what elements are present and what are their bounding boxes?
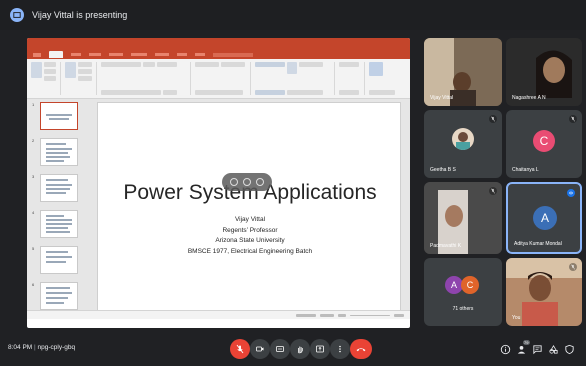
- shared-screen[interactable]: 1 2 3 4 5 6 Power System Applications Vi…: [27, 38, 410, 328]
- leave-call-button[interactable]: [350, 339, 372, 359]
- slide-subtitle: Vijay Vittal Regents’ Professor Arizona …: [98, 215, 402, 257]
- participant-tile-speaking[interactable]: A Aditya Kumar Mondal: [506, 182, 582, 254]
- participant-tile[interactable]: C Chaitanya L: [506, 110, 582, 178]
- meeting-details-button[interactable]: [498, 342, 512, 356]
- thumbnail[interactable]: 3: [30, 174, 85, 206]
- self-tile[interactable]: You: [506, 258, 582, 326]
- ppt-workspace: 1 2 3 4 5 6 Power System Applications Vi…: [27, 99, 410, 319]
- others-tile[interactable]: A C 71 others: [424, 258, 502, 326]
- participant-name: Padmavathi K: [430, 243, 462, 249]
- avatar-initial: A: [540, 211, 549, 225]
- meeting-code: npg-cply-gbq: [37, 344, 76, 351]
- participant-name: You: [512, 315, 521, 321]
- participant-name: Aditya Kumar Mondal: [514, 241, 562, 247]
- participant-name: Chaitanya L: [512, 167, 539, 173]
- muted-mic-icon: [489, 115, 497, 123]
- host-controls-button[interactable]: [562, 342, 576, 356]
- muted-mic-icon: [569, 263, 577, 271]
- captions-icon: [276, 346, 284, 352]
- slide-line: Arizona State University: [215, 237, 285, 244]
- shield-icon: [564, 344, 574, 354]
- avatar-initial: C: [539, 134, 549, 148]
- present-icon: [316, 345, 324, 353]
- more-options-button[interactable]: [330, 339, 350, 359]
- info-icon: [500, 344, 510, 354]
- meet-window: Vijay Vittal is presenting 1 2 3 4 5 6 P…: [0, 0, 586, 366]
- activities-button[interactable]: [546, 342, 560, 356]
- participant-tile[interactable]: Vijay Vittal: [424, 38, 502, 106]
- slide-thumbnails: 1 2 3 4 5 6: [30, 102, 85, 316]
- chat-button[interactable]: [530, 342, 544, 356]
- clock-time: 8:04 PM: [8, 344, 33, 351]
- pen-icon[interactable]: [242, 178, 251, 186]
- participant-tile[interactable]: Padmavathi K: [424, 182, 502, 254]
- meeting-controls-bar: 8:04 PM | npg-cply-gbq 79: [0, 332, 586, 366]
- speaking-indicator-icon: [567, 189, 575, 197]
- present-screen-icon: [10, 8, 24, 22]
- avatar: [452, 128, 474, 150]
- current-slide: Power System Applications Vijay Vittal R…: [97, 102, 401, 316]
- presenting-text: Vijay Vittal is presenting: [32, 10, 128, 20]
- more-icon[interactable]: [255, 178, 264, 186]
- ppt-title-bar: [27, 38, 410, 50]
- thumbnail[interactable]: 1: [30, 102, 85, 134]
- pointer-icon[interactable]: [230, 178, 239, 186]
- more-vert-icon: [339, 345, 341, 353]
- muted-mic-icon: [489, 187, 497, 195]
- phone-hangup-icon: [356, 348, 366, 352]
- avatar: C: [533, 130, 555, 152]
- slide-line: BMSCE 1977, Electrical Engineering Batch: [187, 247, 313, 255]
- thumbnail[interactable]: 5: [30, 246, 85, 278]
- raise-hand-button[interactable]: [290, 339, 310, 359]
- people-icon: [517, 345, 525, 354]
- muted-mic-icon: [569, 115, 577, 123]
- present-button[interactable]: [310, 339, 330, 359]
- mic-toggle-button[interactable]: [230, 339, 250, 359]
- participant-name: Nagashree A N: [512, 95, 546, 101]
- meeting-info: 8:04 PM | npg-cply-gbq: [8, 344, 76, 351]
- people-button[interactable]: 79: [514, 340, 530, 356]
- chat-icon: [532, 344, 542, 354]
- avatar: C: [461, 276, 479, 294]
- slide-line: Regents’ Professor: [222, 226, 278, 234]
- participant-tile[interactable]: Nagashree A N: [506, 38, 582, 106]
- participant-name: Vijay Vittal: [430, 95, 454, 101]
- people-count-badge: 79: [522, 340, 530, 345]
- ppt-ribbon-tabs: [27, 50, 410, 59]
- thumbnail[interactable]: 4: [30, 210, 85, 242]
- ppt-ribbon: [27, 59, 410, 99]
- slide-line: Vijay Vittal: [234, 216, 266, 223]
- camera-toggle-button[interactable]: [250, 339, 270, 359]
- camera-icon: [256, 346, 264, 352]
- captions-button[interactable]: [270, 339, 290, 359]
- presenting-banner: Vijay Vittal is presenting: [0, 0, 586, 30]
- others-count: 71 others: [452, 306, 474, 312]
- thumbnail[interactable]: 2: [30, 138, 85, 170]
- participant-tile[interactable]: Geetha B S: [424, 110, 502, 178]
- hand-icon: [297, 346, 303, 354]
- avatar-initial: A: [450, 280, 457, 290]
- shapes-icon: [548, 344, 558, 354]
- avatar-initial: C: [466, 280, 474, 290]
- slideshow-floating-toolbar[interactable]: [222, 173, 272, 191]
- avatar: A: [533, 206, 557, 230]
- mic-off-icon: [236, 344, 244, 354]
- participant-name: Geetha B S: [430, 167, 456, 173]
- ppt-status-bar: [27, 310, 410, 319]
